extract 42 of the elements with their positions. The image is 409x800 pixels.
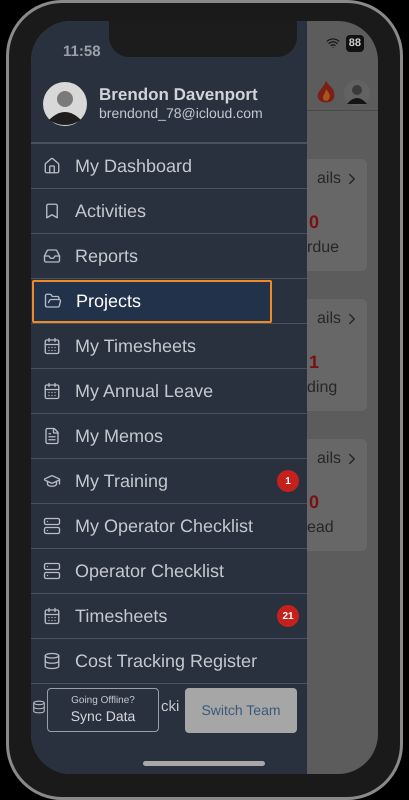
menu-item[interactable]: Projects: [32, 280, 272, 322]
wifi-icon: [326, 36, 340, 50]
document-icon: [43, 427, 61, 445]
database-icon: [43, 652, 61, 670]
count-badge: 1: [277, 470, 299, 492]
menu-item[interactable]: Cost Tracking Register: [31, 640, 307, 682]
server-icon: [43, 562, 61, 580]
avatar: [43, 82, 87, 126]
calendar-icon: [43, 607, 61, 625]
profile-name: Brendon Davenport: [99, 84, 259, 106]
calendar-icon: [43, 382, 61, 400]
count-value: 0: [308, 211, 320, 234]
menu-item[interactable]: My Annual Leave: [31, 370, 307, 412]
tray-icon: [43, 247, 61, 265]
status-time: 11:58: [62, 42, 102, 62]
sync-data-button[interactable]: Going Offline? Sync Data: [47, 688, 159, 732]
folder-icon: [44, 292, 62, 310]
calendar-icon: [43, 337, 61, 355]
count-caption: rdue: [307, 238, 340, 258]
home-icon: [43, 157, 61, 175]
bookmark-icon: [43, 202, 61, 220]
battery-level: 88: [346, 35, 364, 52]
count-value: 0: [308, 491, 320, 514]
database-icon: [32, 700, 46, 714]
menu-item[interactable]: My Timesheets: [31, 324, 307, 368]
count-badge: 21: [277, 605, 299, 627]
menu-item-text[interactable]: cki: [161, 696, 180, 718]
menu-item[interactable]: Reports: [31, 234, 307, 278]
menu-item[interactable]: My Memos: [31, 414, 307, 458]
menu-item[interactable]: My Training 1: [31, 460, 307, 502]
graduation-cap-icon: [43, 472, 61, 490]
menu-item[interactable]: My Operator Checklist: [31, 504, 307, 548]
avatar: [344, 80, 370, 106]
menu-item[interactable]: My Dashboard: [31, 144, 307, 188]
count-caption: ding: [307, 378, 338, 398]
count-value: 1: [308, 351, 320, 374]
server-icon: [43, 517, 61, 535]
count-caption: ead: [307, 518, 334, 538]
menu-item[interactable]: Timesheets 21: [31, 594, 307, 638]
profile-email: brendond_78@icloud.com: [99, 105, 263, 123]
menu-item[interactable]: Operator Checklist: [31, 550, 307, 592]
menu-item[interactable]: Activities: [31, 190, 307, 232]
